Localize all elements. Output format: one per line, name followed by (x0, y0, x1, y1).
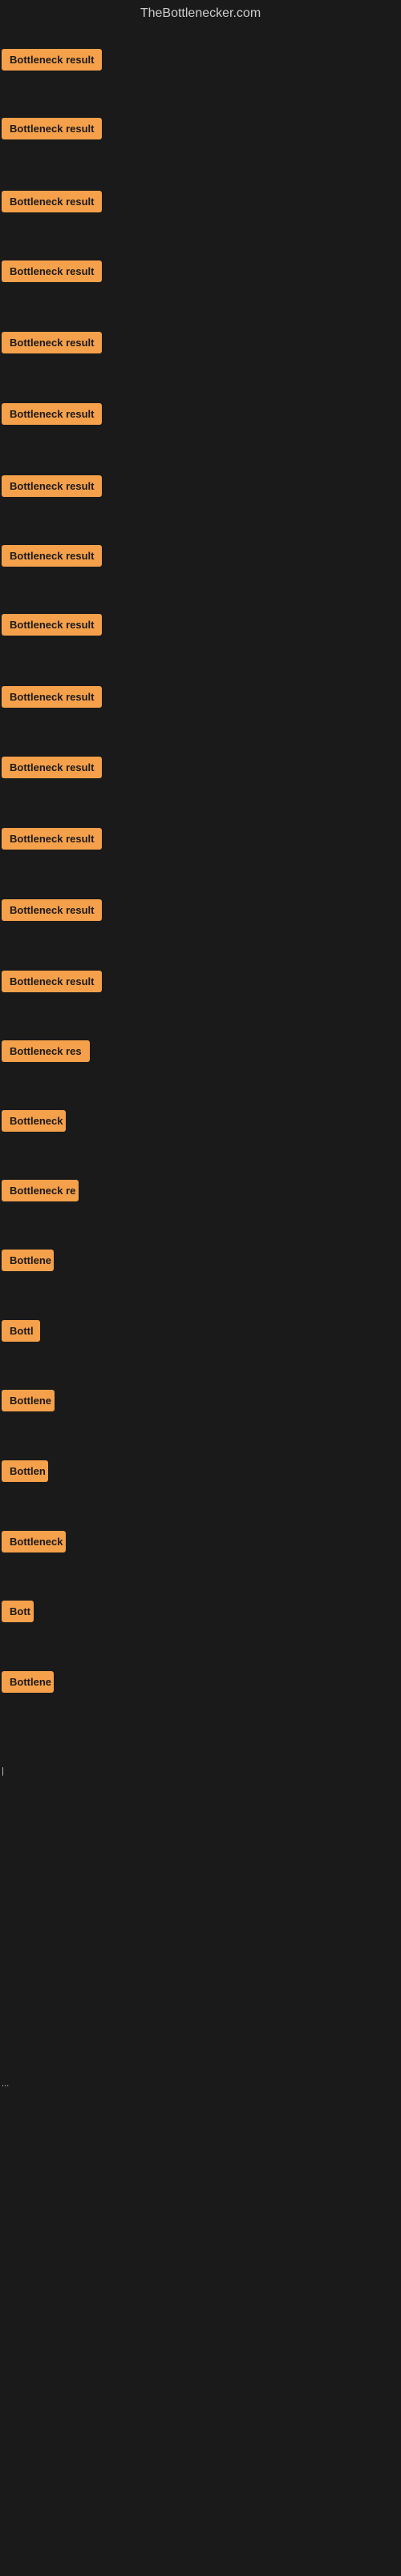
bottleneck-result-item[interactable]: Bottleneck result (2, 614, 102, 636)
bottleneck-result-item[interactable]: Bottleneck result (2, 757, 102, 778)
bottleneck-result-item[interactable]: Bott (2, 1601, 34, 1622)
bottleneck-result-item[interactable]: Bottleneck result (2, 49, 102, 71)
bottleneck-result-item[interactable]: Bottleneck result (2, 403, 102, 425)
bottleneck-result-item[interactable]: Bottleneck result (2, 332, 102, 353)
bottleneck-result-item[interactable]: Bottleneck re (2, 1180, 79, 1201)
bottleneck-result-item[interactable]: Bottleneck result (2, 118, 102, 139)
bottleneck-result-item[interactable]: Bottleneck result (2, 475, 102, 497)
bottleneck-result-item[interactable]: Bottlene (2, 1671, 54, 1693)
bottleneck-result-item[interactable]: Bottlen (2, 1460, 48, 1482)
bottleneck-result-item[interactable]: Bottleneck (2, 1110, 66, 1132)
bottleneck-result-item[interactable]: Bottleneck result (2, 545, 102, 567)
bottleneck-result-item[interactable]: Bottleneck result (2, 828, 102, 850)
bottleneck-result-item[interactable]: Bottleneck result (2, 191, 102, 212)
bottleneck-result-item[interactable]: Bottlene (2, 1250, 54, 1271)
bottleneck-result-item[interactable]: Bottleneck res (2, 1040, 90, 1062)
bottleneck-result-item[interactable]: Bottleneck result (2, 971, 102, 992)
bottleneck-result-item[interactable]: Bottlene (2, 1390, 55, 1411)
bottleneck-result-item[interactable]: Bottleneck (2, 1531, 66, 1552)
site-title: TheBottlenecker.com (0, 0, 401, 27)
bottleneck-result-item[interactable]: Bottleneck result (2, 899, 102, 921)
bottleneck-result-item[interactable]: Bottleneck result (2, 260, 102, 282)
bottleneck-result-item[interactable]: Bottl (2, 1320, 40, 1342)
marker: | (2, 1766, 4, 1776)
bottleneck-result-item[interactable]: Bottleneck result (2, 686, 102, 708)
marker: ... (2, 2079, 9, 2089)
